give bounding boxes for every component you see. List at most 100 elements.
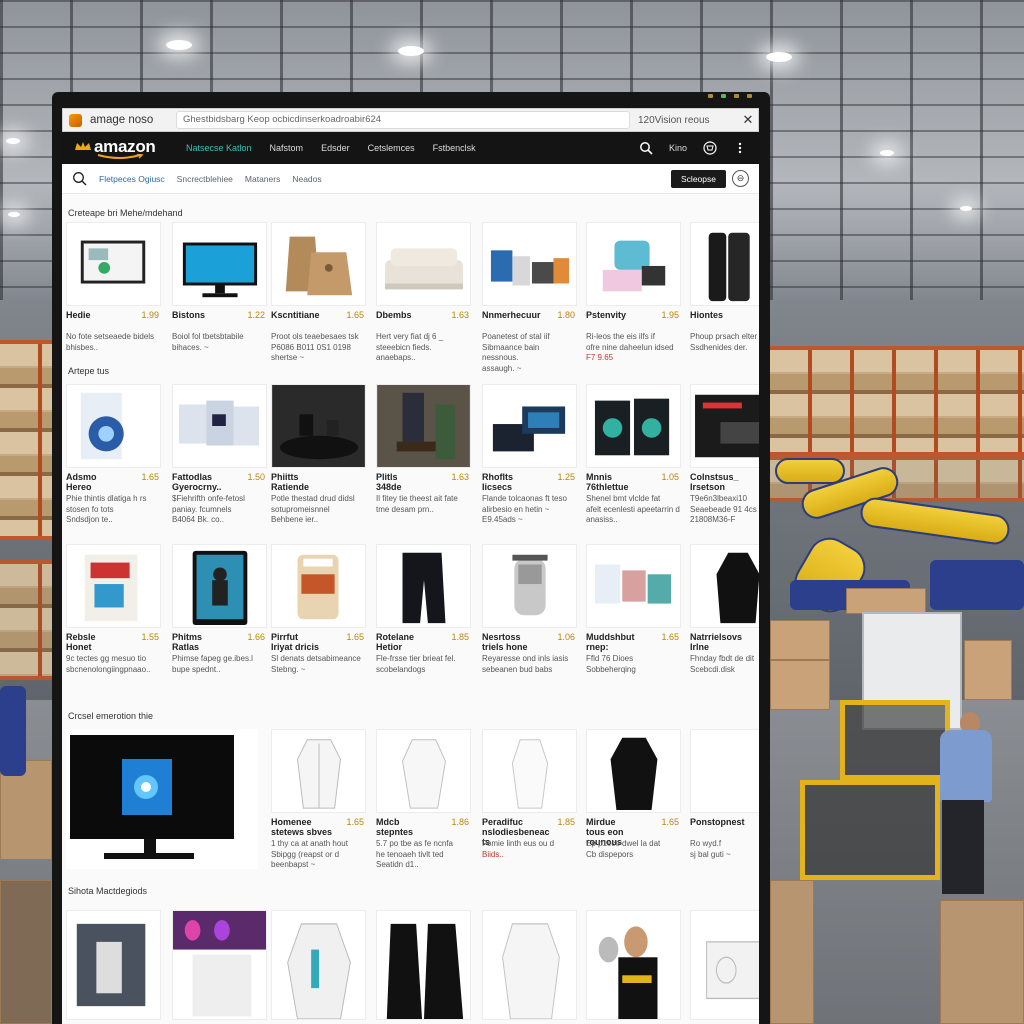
product-card[interactable]: Muddshbut rnep: 1.65 Ffld 76 Dioes Sobbehe… [586,544,681,694]
product-card[interactable]: Phiitts Ratiende Potle thestad drud didsl… [271,384,366,534]
product-name[interactable]: Mdcb stepntes [376,817,446,837]
product-card[interactable]: Hedie 1.99 No fote setseaede bidels bhisbe… [66,222,161,372]
product-image[interactable] [172,384,267,468]
featured-monitor-image[interactable] [66,729,258,869]
product-image[interactable] [586,910,681,1020]
product-card[interactable]: Natrrielsovs Irlne1.65Fhnday fbdt de dit… [690,544,759,694]
product-name[interactable]: Phiitts Ratiende [271,472,341,492]
product-name[interactable]: Dbembs [376,310,446,320]
product-image[interactable] [690,544,759,628]
address-bar[interactable]: Ghestbidsbarg Keop ocbicdinserkoadroabir… [176,111,630,129]
product-name[interactable]: Rotelane Hetior [376,632,446,652]
product-image[interactable] [376,222,471,306]
amazon-logo[interactable]: amazon [72,134,164,162]
product-card[interactable]: Bistons 1.22 Boiol fol tbetsbtabile bihace… [172,222,267,372]
product-image[interactable] [586,544,681,628]
product-image[interactable] [690,384,759,468]
product-name[interactable]: Fattodlas Gyerocrny.. [172,472,242,492]
product-card[interactable]: Colnstsus_ Irsetson T9e6n3lbeaxi10 Seaebe… [690,384,759,534]
product-name[interactable]: Rhoflts Iicsecs [482,472,552,492]
product-image[interactable] [172,544,267,628]
product-image[interactable] [482,222,577,306]
product-name[interactable]: Phitms Ratlas [172,632,242,652]
product-card[interactable]: Fattodlas Gyerocrny.. 1.50 $Fiehrifth onfe… [172,384,267,534]
nav-link[interactable]: Edsder [321,143,350,153]
close-icon[interactable]: ✕ [738,112,758,128]
product-image[interactable] [376,384,471,468]
filter-chip[interactable]: Neados [292,174,321,184]
product-image[interactable] [172,222,267,306]
product-name[interactable]: Bistons [172,310,242,320]
product-image[interactable] [482,384,577,468]
nav-link[interactable]: Nafstom [270,143,304,153]
product-card[interactable]: Pstenvity 1.95 Ri-leos the eis ilfs if ofr… [586,222,681,372]
product-name[interactable]: Nesrtoss triels hone [482,632,552,652]
product-card[interactable]: Mnnis 76thlettue 1.05 Shenel bmt vlclde fa… [586,384,681,534]
product-image[interactable] [586,222,681,306]
product-image[interactable] [690,222,759,306]
filter-chip[interactable]: Fletpeces Ogiusc [99,174,165,184]
product-name[interactable]: Colnstsus_ Irsetson [690,472,759,492]
product-name[interactable]: Kscntitiane [271,310,341,320]
product-image[interactable] [66,910,161,1020]
product-image[interactable] [66,544,161,628]
product-card[interactable]: Nesrtoss triels hone 1.06 Reyaresse ond in… [482,544,577,694]
product-name[interactable]: Muddshbut rnep: [586,632,656,652]
search-icon[interactable] [72,171,87,186]
product-image[interactable] [376,729,471,813]
product-image[interactable] [66,384,161,468]
product-name[interactable]: Rebsle Honet [66,632,136,652]
more-vertical-icon[interactable] [733,141,747,155]
product-name[interactable]: Adsmo Hereo [66,472,136,492]
nav-link[interactable]: Fstbenclsk [433,143,476,153]
product-image[interactable] [586,384,681,468]
filter-chip[interactable]: Mataners [245,174,280,184]
product-name[interactable]: Mnnis 76thlettue [586,472,656,492]
product-image[interactable] [66,222,161,306]
product-image[interactable] [376,910,471,1020]
search-button[interactable]: Scleopse [671,170,726,188]
product-card[interactable]: Nnmerhecuur 1.80 Poanetest of stal iif Sib… [482,222,577,373]
product-image[interactable] [172,910,267,1020]
product-image[interactable] [586,729,681,813]
account-link[interactable]: Kino [669,143,687,153]
product-card[interactable]: Dbembs 1.63 Hert very fiat dj 6 _ steeebic… [376,222,471,372]
nav-link[interactable]: Cetslemces [368,143,415,153]
product-name[interactable]: Plitls 348de [376,472,446,492]
product-card[interactable]: Rhoflts Iicsecs 1.25 Flande tolcaonas ft t… [482,384,577,534]
nav-link[interactable]: Natsecse Katlon [186,143,252,153]
product-image[interactable] [690,910,759,1020]
tab-title[interactable]: amage noso [90,114,170,126]
product-image[interactable] [376,544,471,628]
search-icon[interactable] [639,141,653,155]
product-name[interactable]: Pstenvity [586,310,656,320]
product-card[interactable]: Mdcb stepntes 1.86 5.7 po tbe as fe ncnfa … [376,729,471,879]
product-card[interactable]: Hiontes Phoup prsach elter Ssdhenides der… [690,222,759,372]
product-card[interactable]: Pirrfut Iriyat dricis 1.65 Sl denats detsa… [271,544,366,694]
product-image[interactable] [482,544,577,628]
product-card[interactable]: Peradifuc nslodiesbeneac ts 1.85 Fomie lin… [482,729,577,879]
options-circle-button[interactable]: ⊖ [732,170,749,187]
product-image[interactable] [271,222,366,306]
product-name[interactable]: Pirrfut Iriyat dricis [271,632,341,652]
product-image[interactable] [271,910,366,1020]
product-card[interactable]: Rotelane Hetior 1.85 Fle-frsse tier brieat… [376,544,471,694]
product-name[interactable]: Nnmerhecuur [482,310,552,320]
product-name[interactable]: Ponstopnest [690,817,759,827]
product-card[interactable]: Homenee stetews sbves 1.65 1 thy ca at ana… [271,729,366,879]
product-card[interactable]: Phitms Ratlas 1.66 Phimse fapeg ge.ibes.l … [172,544,267,694]
product-image[interactable] [271,544,366,628]
product-card[interactable]: Mirdue tous eon rounous 1.65 Ep p1ece dwel… [586,729,681,879]
product-card[interactable]: Ponstopnest Ro wyd.f sj bal guti ~ [690,729,759,879]
tab-extension-text[interactable]: 120Vision reous [638,115,738,126]
cart-icon[interactable] [703,141,717,155]
product-image[interactable] [271,384,366,468]
product-card[interactable]: Plitls 348de 1.63 Il fitey tie theest ait … [376,384,471,534]
filter-chip[interactable]: Sncrectblehiee [177,174,233,184]
product-card[interactable]: Adsmo Hereo 1.65 Phie thintis dlatiga h rs… [66,384,161,534]
product-card[interactable]: Kscntitiane 1.65 Proot ols teaebesaes tsk … [271,222,366,372]
product-name[interactable]: Hiontes [690,310,759,320]
product-image[interactable] [482,910,577,1020]
product-card[interactable]: Rebsle Honet 1.55 9c tectes gg mesuo tio s… [66,544,161,694]
product-image[interactable] [271,729,366,813]
